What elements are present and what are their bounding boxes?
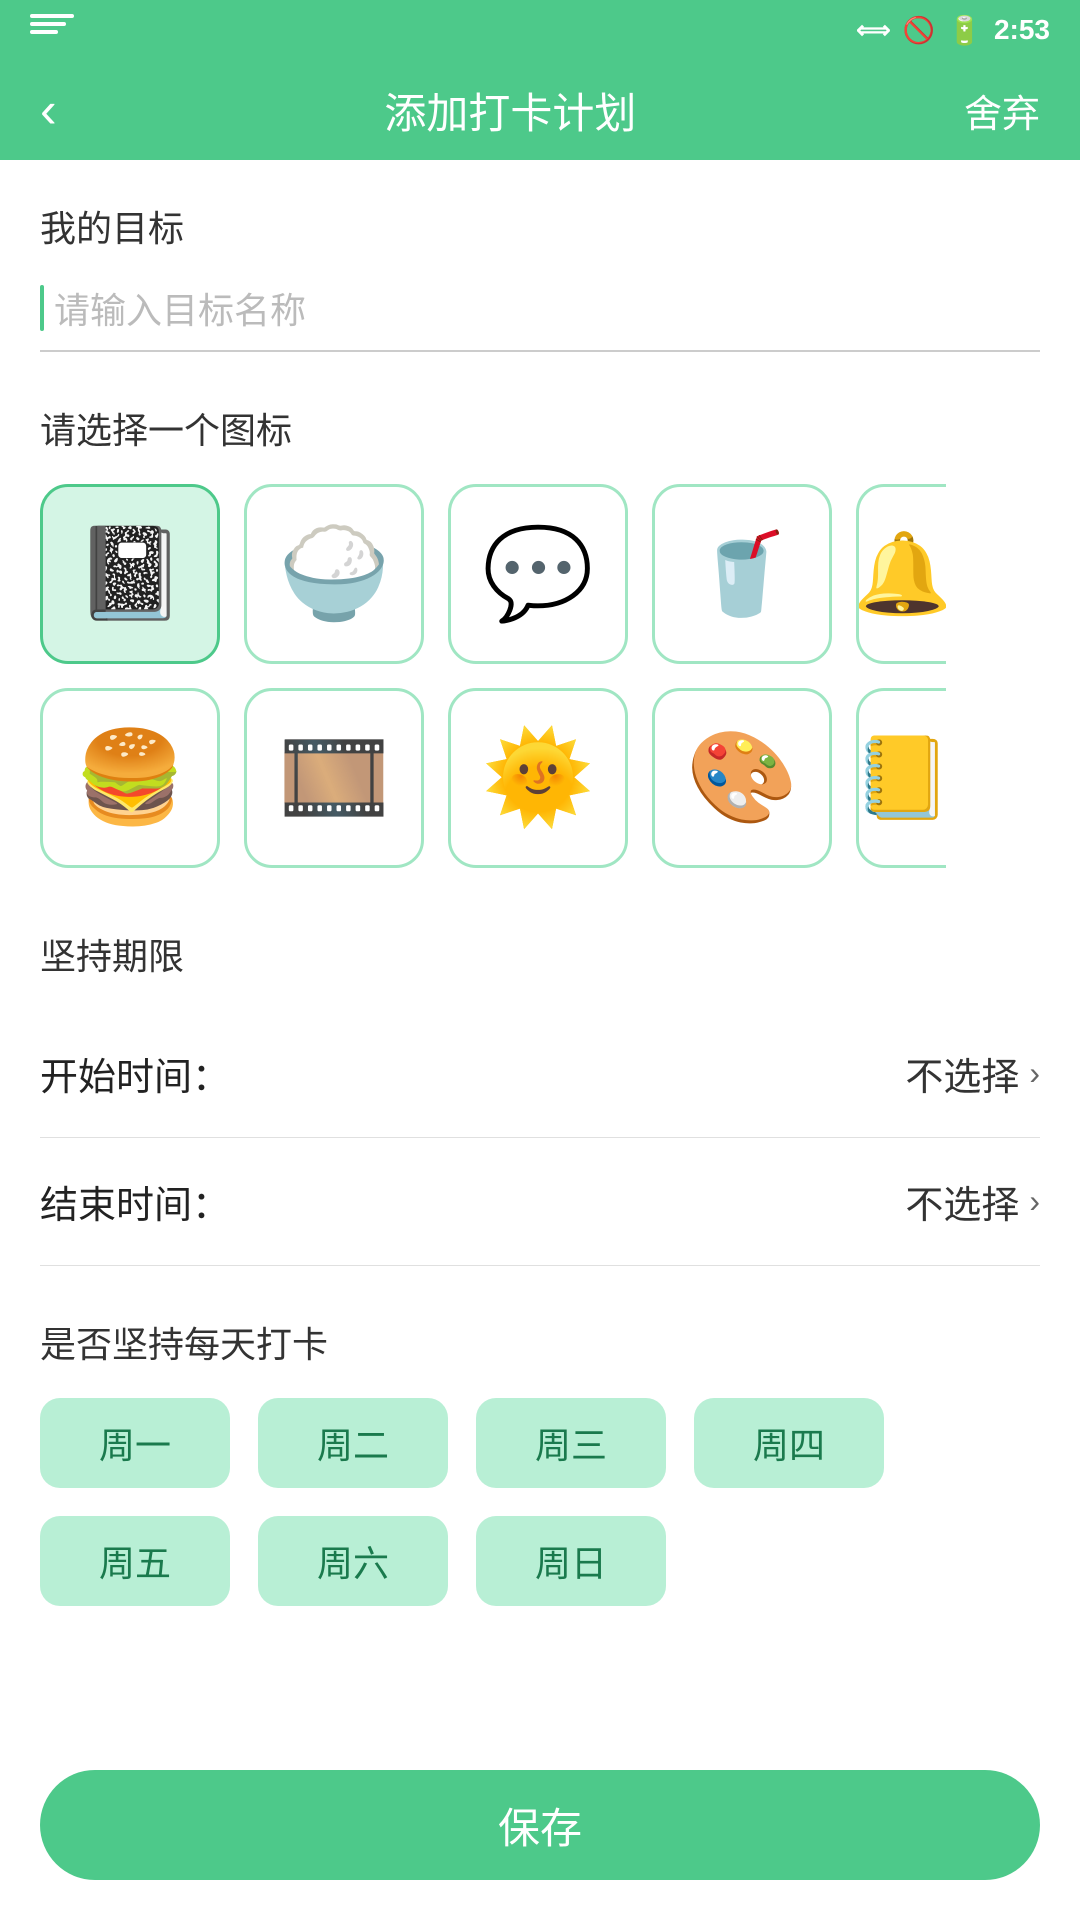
divider-2 xyxy=(40,1265,1040,1266)
sun-emoji: 🌞 xyxy=(482,733,594,823)
icon-rice[interactable]: 🍚 xyxy=(244,484,424,664)
main-content: 我的目标 请输入目标名称 请选择一个图标 📓 🍚 💬 🥤 🔔 xyxy=(0,160,1080,1606)
icon-partial-1[interactable]: 🔔 xyxy=(856,484,946,664)
save-button-wrapper: 保存 xyxy=(0,1750,1080,1920)
burger-emoji: 🍔 xyxy=(74,733,186,823)
status-right: ⟺ 🚫 🔋 2:53 xyxy=(856,14,1050,47)
status-bar: ⟺ 🚫 🔋 2:53 xyxy=(0,0,1080,60)
start-time-row[interactable]: 开始时间： 不选择 › xyxy=(40,1010,1040,1137)
start-time-value[interactable]: 不选择 › xyxy=(905,1046,1040,1101)
back-button[interactable]: ‹ xyxy=(40,81,57,139)
icon-palette[interactable]: 🎨 xyxy=(652,688,832,868)
goal-label: 我的目标 xyxy=(40,200,1040,252)
daily-section: 是否坚持每天打卡 周一 周二 周三 周四 周五 周六 周日 xyxy=(40,1316,1040,1606)
icon-partial-2[interactable]: 📒 xyxy=(856,688,946,868)
notebook-emoji: 📓 xyxy=(74,529,186,619)
weekday-grid: 周一 周二 周三 周四 周五 周六 周日 xyxy=(40,1398,1040,1606)
icon-chat[interactable]: 💬 xyxy=(448,484,628,664)
input-cursor xyxy=(40,285,44,331)
icon-row-1: 📓 🍚 💬 🥤 🔔 xyxy=(40,484,1040,664)
weekday-tue[interactable]: 周二 xyxy=(258,1398,448,1488)
partial-emoji-2: 📒 xyxy=(856,738,946,818)
icon-notebook[interactable]: 📓 xyxy=(40,484,220,664)
partial-emoji-1: 🔔 xyxy=(856,534,946,614)
icon-drink[interactable]: 🥤 xyxy=(652,484,832,664)
icon-section: 请选择一个图标 📓 🍚 💬 🥤 🔔 🍔 xyxy=(40,402,1040,868)
start-chevron-icon: › xyxy=(1029,1055,1040,1092)
signal-icon: ⟺ xyxy=(856,16,890,45)
keyboard-icon xyxy=(30,14,74,46)
icon-sun[interactable]: 🌞 xyxy=(448,688,628,868)
weekday-thu[interactable]: 周四 xyxy=(694,1398,884,1488)
weekday-sat[interactable]: 周六 xyxy=(258,1516,448,1606)
top-nav: ‹ 添加打卡计划 舍弃 xyxy=(0,60,1080,160)
rice-emoji: 🍚 xyxy=(278,529,390,619)
weekday-fri[interactable]: 周五 xyxy=(40,1516,230,1606)
icon-section-label: 请选择一个图标 xyxy=(40,402,1040,454)
end-time-row[interactable]: 结束时间： 不选择 › xyxy=(40,1138,1040,1265)
goal-section: 我的目标 请输入目标名称 xyxy=(40,200,1040,352)
start-time-label: 开始时间： xyxy=(40,1046,230,1101)
end-time-value[interactable]: 不选择 › xyxy=(905,1174,1040,1229)
film-emoji: 🎞️ xyxy=(278,733,390,823)
goal-input[interactable]: 请输入目标名称 xyxy=(54,282,306,334)
page-title: 添加打卡计划 xyxy=(384,80,636,141)
save-button[interactable]: 保存 xyxy=(40,1770,1040,1880)
drink-emoji: 🥤 xyxy=(692,534,792,614)
palette-emoji: 🎨 xyxy=(686,733,798,823)
network-icon: 🚫 xyxy=(903,15,935,46)
icon-burger[interactable]: 🍔 xyxy=(40,688,220,868)
discard-button[interactable]: 舍弃 xyxy=(964,83,1040,138)
weekday-mon[interactable]: 周一 xyxy=(40,1398,230,1488)
icon-film[interactable]: 🎞️ xyxy=(244,688,424,868)
status-left xyxy=(30,14,74,46)
chat-emoji: 💬 xyxy=(482,529,594,619)
weekday-sun[interactable]: 周日 xyxy=(476,1516,666,1606)
goal-input-wrapper[interactable]: 请输入目标名称 xyxy=(40,282,1040,352)
icon-row-2: 🍔 🎞️ 🌞 🎨 📒 xyxy=(40,688,1040,868)
end-time-label: 结束时间： xyxy=(40,1174,230,1229)
daily-label: 是否坚持每天打卡 xyxy=(40,1316,1040,1368)
weekday-wed[interactable]: 周三 xyxy=(476,1398,666,1488)
clock: 2:53 xyxy=(994,14,1050,46)
battery-icon: 🔋 xyxy=(947,14,982,47)
persistence-label: 坚持期限 xyxy=(40,928,1040,980)
end-chevron-icon: › xyxy=(1029,1183,1040,1220)
persistence-section: 坚持期限 开始时间： 不选择 › 结束时间： 不选择 › xyxy=(40,928,1040,1266)
